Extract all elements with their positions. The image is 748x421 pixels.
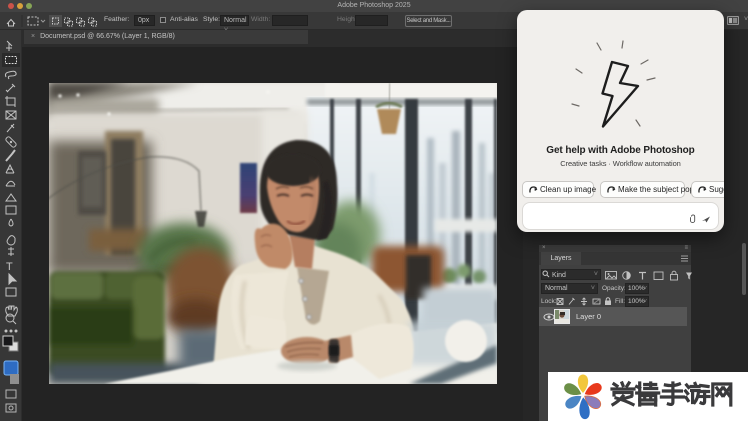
svg-text:T: T — [6, 261, 13, 273]
